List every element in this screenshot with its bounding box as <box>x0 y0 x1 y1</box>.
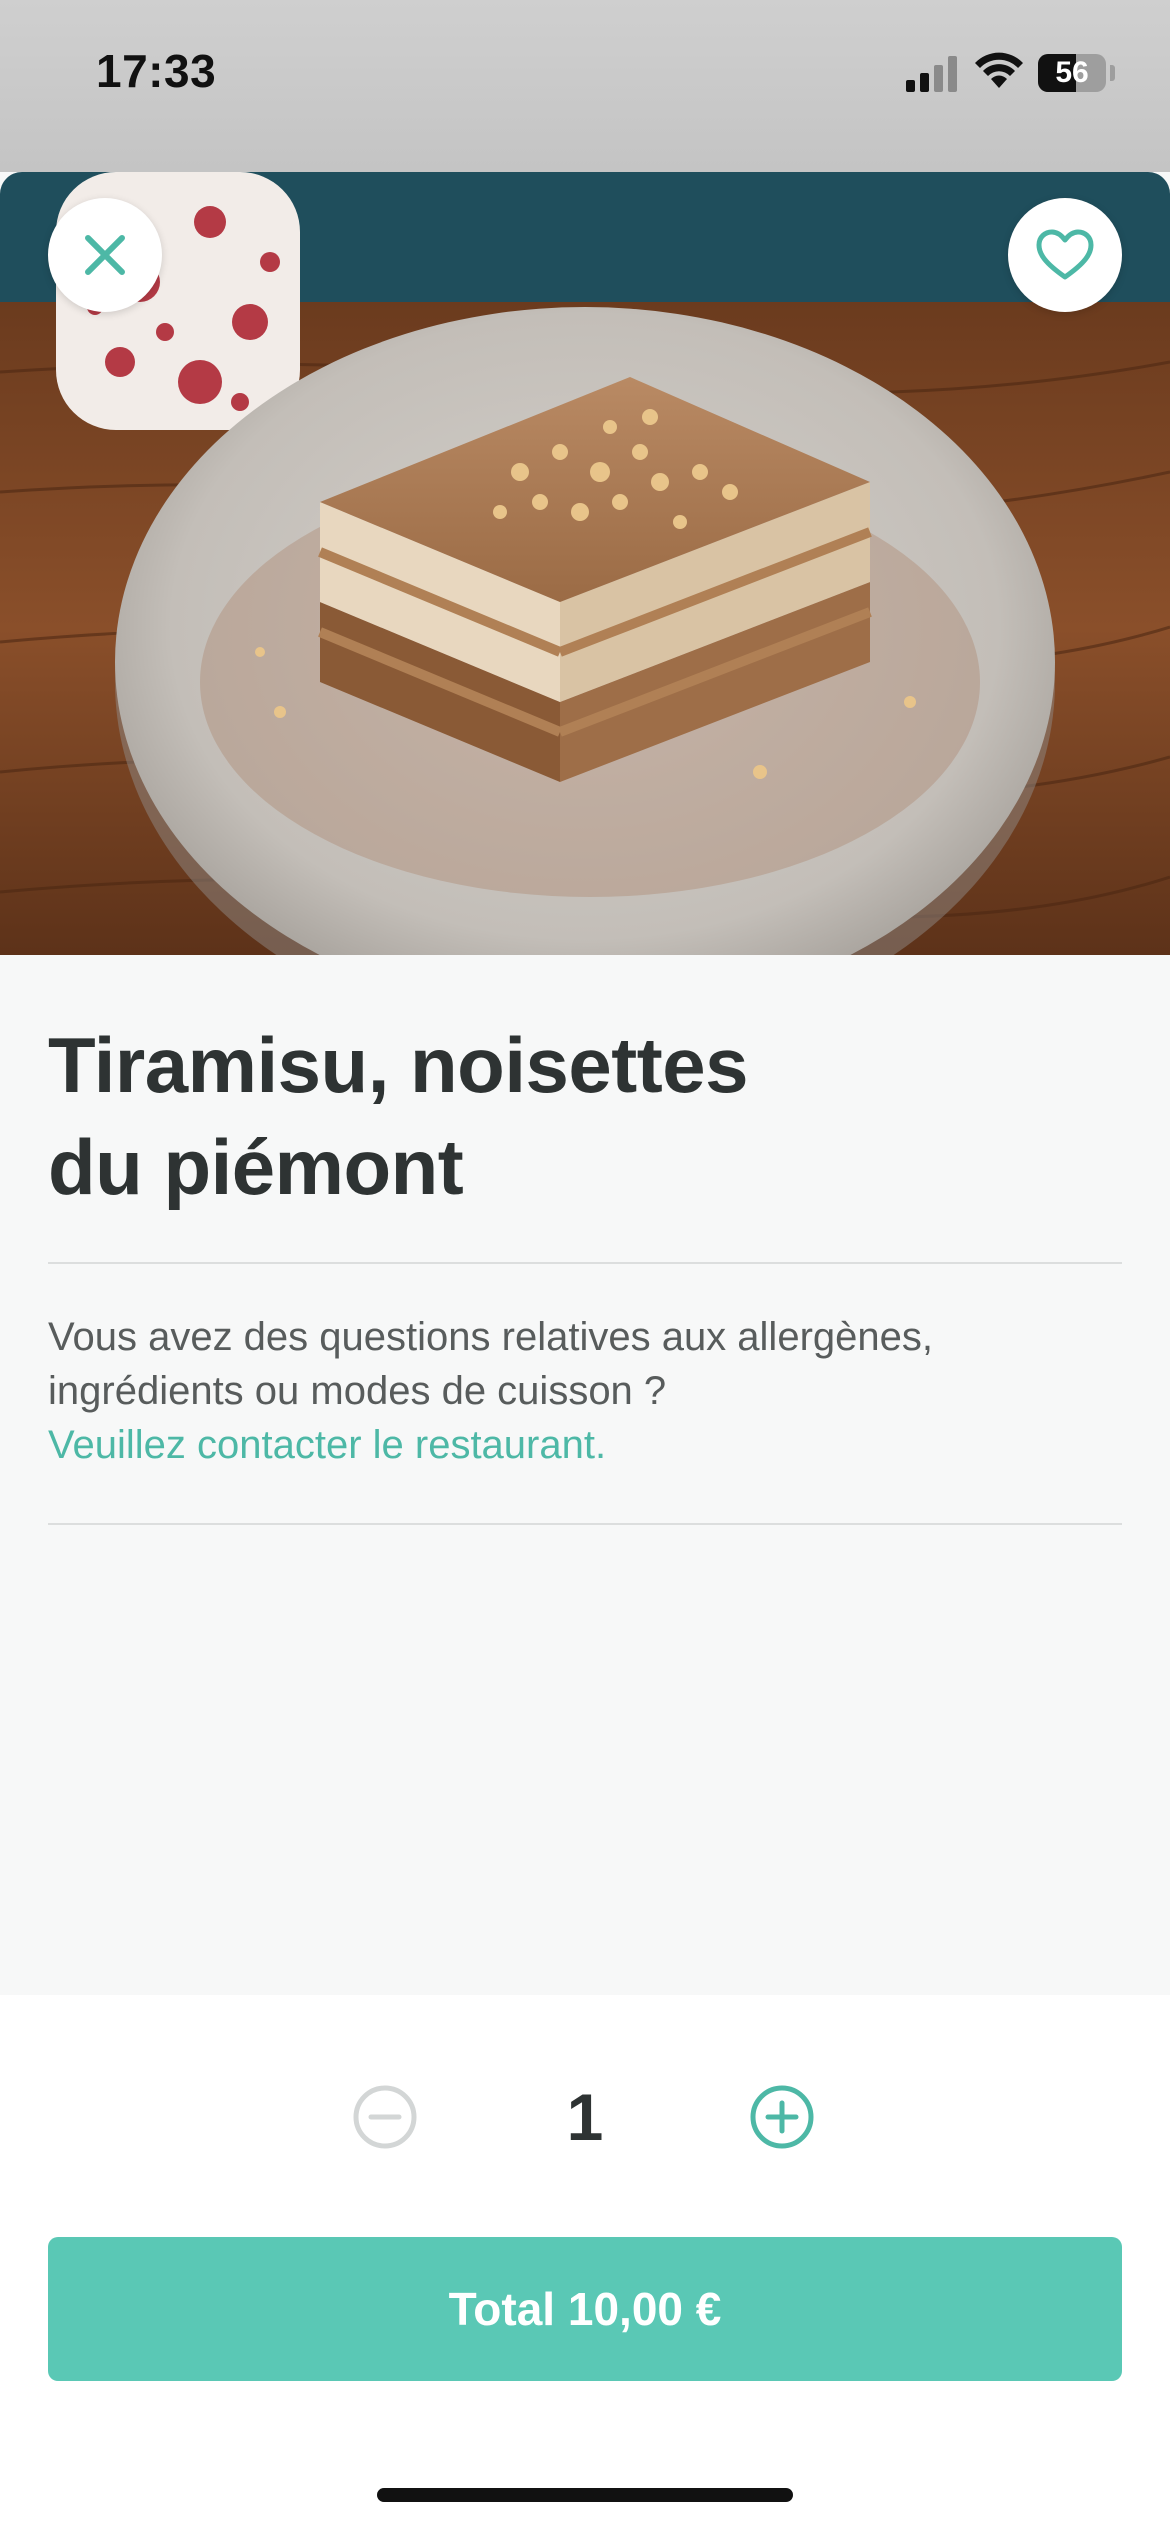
allergen-info: Vous avez des questions relatives aux al… <box>48 1310 1122 1472</box>
minus-circle-icon <box>353 2085 417 2149</box>
wifi-icon <box>975 52 1023 88</box>
battery-level: 56 <box>1055 56 1089 89</box>
allergen-question-line2: ingrédients ou modes de cuisson ? <box>48 1369 667 1413</box>
status-bar: 17:33 56 <box>0 0 1170 172</box>
battery-icon: 56 <box>1038 54 1106 92</box>
divider-top <box>48 1262 1122 1264</box>
allergen-question-line1: Vous avez des questions relatives aux al… <box>48 1315 933 1359</box>
close-button[interactable] <box>48 198 162 312</box>
product-image <box>0 172 1170 955</box>
heart-icon <box>1036 229 1094 280</box>
total-label: Total 10,00 € <box>448 2283 722 2335</box>
cellular-signal-icon <box>906 56 958 92</box>
product-title-line2: du piémont <box>48 1123 464 1211</box>
plus-circle-icon <box>750 2085 814 2149</box>
product-title-line1: Tiramisu, noisettes <box>48 1021 748 1109</box>
status-time: 17:33 <box>96 45 217 97</box>
battery-tip <box>1110 65 1115 81</box>
order-panel: 1 Total 10,00 € <box>0 1995 1170 2532</box>
favorite-button[interactable] <box>1008 198 1122 312</box>
home-indicator[interactable] <box>377 2488 793 2502</box>
contact-restaurant-link[interactable]: Veuillez contacter le restaurant. <box>48 1418 1122 1472</box>
increase-quantity-button[interactable] <box>749 2084 815 2150</box>
decrease-quantity-button[interactable] <box>352 2084 418 2150</box>
add-to-basket-button[interactable]: Total 10,00 € <box>48 2237 1122 2381</box>
quantity-value: 1 <box>566 2080 604 2154</box>
close-icon <box>85 235 125 275</box>
product-title: Tiramisu, noisettes du piémont <box>48 1014 948 1218</box>
divider-bottom <box>48 1523 1122 1525</box>
